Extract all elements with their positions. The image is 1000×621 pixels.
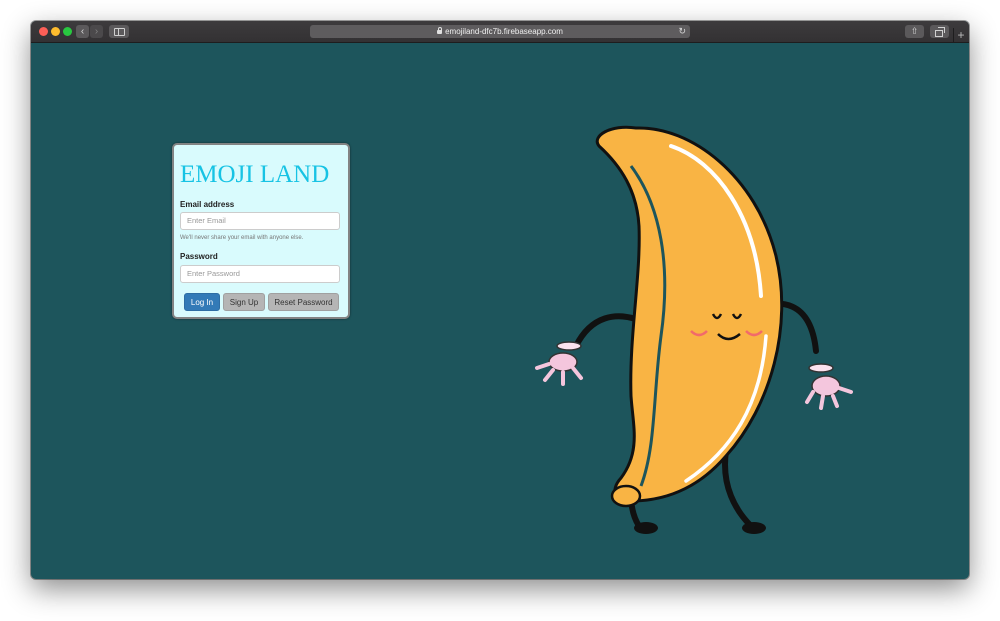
email-label: Email address bbox=[180, 200, 235, 209]
url-text: emojiland-dfc7b.firebaseapp.com bbox=[445, 27, 563, 36]
forward-button[interactable]: › bbox=[90, 25, 103, 38]
email-input[interactable]: Enter Email bbox=[180, 212, 340, 230]
minimize-window-button[interactable] bbox=[51, 27, 60, 36]
back-button[interactable]: ‹ bbox=[76, 25, 89, 38]
reload-icon[interactable]: ↻ bbox=[678, 25, 686, 38]
right-leg bbox=[722, 448, 754, 529]
login-button[interactable]: Log In bbox=[184, 293, 220, 311]
left-glove bbox=[535, 341, 583, 386]
close-window-button[interactable] bbox=[39, 27, 48, 36]
signup-button[interactable]: Sign Up bbox=[223, 293, 265, 311]
new-tab-button[interactable]: + bbox=[953, 28, 968, 42]
login-card: EMOJI LAND Email address Enter Email We'… bbox=[172, 143, 350, 319]
show-tabs-button[interactable] bbox=[930, 25, 949, 38]
right-shoe bbox=[742, 522, 766, 534]
banana-tip bbox=[610, 484, 642, 508]
reset-password-button[interactable]: Reset Password bbox=[268, 293, 339, 311]
password-label: Password bbox=[180, 252, 218, 261]
dancing-banana-illustration bbox=[535, 125, 853, 534]
browser-window: ‹ › emojiland-dfc7b.firebaseapp.com ↻ ⇧ … bbox=[31, 21, 969, 579]
left-shoe bbox=[634, 522, 658, 534]
app-title: EMOJI LAND bbox=[180, 161, 330, 188]
email-help-text: We'll never share your email with anyone… bbox=[180, 235, 304, 241]
sidebar-toggle-button[interactable] bbox=[109, 25, 129, 38]
right-glove bbox=[805, 363, 853, 410]
password-input[interactable]: Enter Password bbox=[180, 265, 340, 283]
fullscreen-window-button[interactable] bbox=[63, 27, 72, 36]
address-bar[interactable]: emojiland-dfc7b.firebaseapp.com ↻ bbox=[310, 25, 690, 38]
browser-toolbar: ‹ › emojiland-dfc7b.firebaseapp.com ↻ ⇧ … bbox=[31, 21, 969, 43]
lock-icon bbox=[437, 27, 443, 34]
sidebar-icon bbox=[114, 28, 125, 36]
share-button[interactable]: ⇧ bbox=[905, 25, 924, 38]
